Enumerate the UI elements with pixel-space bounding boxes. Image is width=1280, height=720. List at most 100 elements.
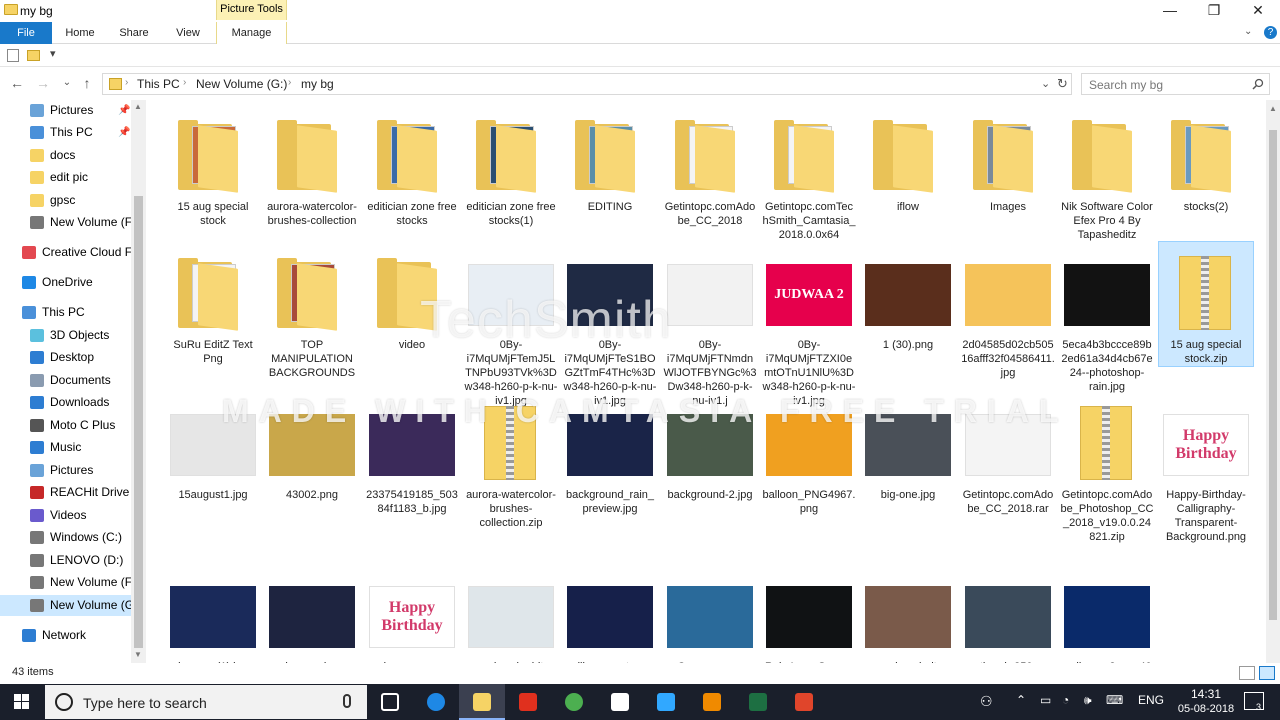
keyboard-icon[interactable]: ⌨ [1106, 693, 1123, 707]
tab-view[interactable]: View [166, 22, 210, 44]
up-arrow-icon[interactable]: ↑ [76, 73, 98, 93]
folder-item[interactable]: video [365, 250, 459, 351]
customize-qat-icon[interactable]: ▾ [50, 47, 56, 60]
sidebar-item-reachit-drive[interactable]: REACHit Drive [0, 482, 132, 503]
sidebar-item-new-volume-g[interactable]: New Volume (G:) [0, 595, 132, 616]
recent-locations-chevron-icon[interactable]: ⌄ [56, 73, 78, 93]
file-explorer-taskbar-button[interactable] [459, 684, 505, 720]
image-file-item[interactable]: road-asphalt-space-sky-56832.jpeg [861, 572, 955, 663]
image-file-item[interactable]: balloon_PNG4967.png [762, 400, 856, 515]
help-icon[interactable]: ? [1264, 26, 1277, 39]
microphone-icon[interactable] [343, 694, 351, 708]
scroll-thumb[interactable] [1269, 130, 1277, 620]
image-file-item[interactable]: wallpaper2you_401776.jpg [1060, 572, 1154, 663]
image-file-item[interactable]: 2d04585d02cb50516afff32f04586411.jpg [961, 250, 1055, 379]
image-file-item[interactable]: images (1).jpg [166, 572, 260, 663]
sidebar-item-new-volume-f[interactable]: New Volume (F:) [0, 212, 132, 233]
camtasia-taskbar-button[interactable] [781, 684, 827, 720]
image-file-item[interactable]: images.jpg [265, 572, 359, 663]
properties-icon[interactable] [7, 49, 19, 62]
folder-item[interactable]: iflow [861, 112, 955, 213]
image-file-item[interactable]: JUDWAA 2 0By-i7MqUMjFTZXI0emtOTnU1NlU%3Dw… [762, 250, 856, 407]
address-bar[interactable]: › This PC › New Volume (G:) › my bg ⌄ ↻ [102, 73, 1072, 95]
folder-item[interactable]: TOP MANIPULATION BACKGROUNDS [265, 250, 359, 379]
people-icon[interactable]: ⚇ [980, 693, 993, 710]
image-file-item[interactable]: thumb-350-546001.jpg [961, 572, 1055, 663]
image-file-item[interactable]: mads-schmidt-rasmussen-186319 [464, 572, 558, 663]
chrome-taskbar-button[interactable] [551, 684, 597, 720]
photoshop-taskbar-button[interactable] [643, 684, 689, 720]
store-taskbar-button[interactable] [597, 684, 643, 720]
vlc-taskbar-button[interactable] [689, 684, 735, 720]
folder-item[interactable]: Getintopc.comAdobe_CC_2018 [663, 112, 757, 227]
image-file-item[interactable]: 0By-i7MqUMjFTNmdnWlJOTFBYNGc%3Dw348-h260… [663, 250, 757, 407]
mail-taskbar-button[interactable] [505, 684, 551, 720]
folder-item[interactable]: aurora-watercolor-brushes-collection [265, 112, 359, 227]
large-icons-view-icon[interactable] [1259, 666, 1275, 680]
breadcrumb-new-volume-g[interactable]: New Volume (G:) [196, 77, 287, 91]
chevron-down-icon[interactable]: ⌄ [1244, 26, 1252, 37]
clock-time[interactable]: 14:31 [1176, 687, 1236, 701]
sidebar-item-videos[interactable]: Videos [0, 505, 132, 526]
image-file-item[interactable]: Getintopc.comAdobe_CC_2018.rar [961, 400, 1055, 515]
refresh-icon[interactable]: ↻ [1057, 76, 1068, 92]
network-icon[interactable]: ◔ [1062, 693, 1069, 707]
excel-taskbar-button[interactable] [735, 684, 781, 720]
image-file-item[interactable]: milky-way-starry-sky-night-sky-st [563, 572, 657, 663]
image-file-item[interactable]: background-2.jpg [663, 400, 757, 501]
language-indicator[interactable]: ENG [1138, 693, 1164, 707]
forward-arrow-icon[interactable]: → [32, 73, 54, 93]
sidebar-item-network[interactable]: Network [0, 625, 132, 646]
chevron-up-icon[interactable]: ⌃ [1016, 693, 1026, 707]
tab-file[interactable]: File [0, 22, 52, 44]
scroll-down-icon[interactable]: ▼ [134, 650, 142, 659]
breadcrumb-my-bg[interactable]: my bg [301, 77, 334, 91]
sidebar-item-windows-c[interactable]: Windows (C:) [0, 527, 132, 548]
image-file-item[interactable]: 5eca4b3bccce89b2ed61a34d4cb67e24--photos… [1060, 250, 1154, 393]
image-file-item[interactable]: 0By-i7MqUMjFTeS1BOGZtTmF4THc%3Dw348-h260… [563, 250, 657, 407]
navigation-pane-scrollbar[interactable]: ▲ ▼ [131, 100, 146, 663]
search-icon[interactable] [1252, 78, 1264, 90]
sidebar-item-docs[interactable]: docs [0, 145, 132, 166]
address-dropdown-icon[interactable]: ⌄ [1041, 77, 1050, 90]
sidebar-item-edit-pic[interactable]: edit pic [0, 167, 132, 188]
zip-file-item[interactable]: Getintopc.comAdobe_Photoshop_CC_2018_v19… [1060, 400, 1154, 543]
sidebar-item-music[interactable]: Music [0, 437, 132, 458]
image-file-item[interactable]: 1 (30).png [861, 250, 955, 351]
folder-item[interactable]: stocks(2) [1159, 112, 1253, 213]
sidebar-item-documents[interactable]: Documents [0, 370, 132, 391]
minimize-button[interactable]: — [1148, 0, 1192, 22]
back-arrow-icon[interactable]: ← [6, 73, 28, 93]
tab-home[interactable]: Home [58, 22, 102, 44]
sidebar-item-downloads[interactable]: Downloads [0, 392, 132, 413]
image-file-item[interactable]: Ocean-wave-power-880x667.jpg [663, 572, 757, 663]
breadcrumb-this-pc[interactable]: This PC [137, 77, 180, 91]
image-file-item[interactable]: background_rain_preview.jpg [563, 400, 657, 515]
battery-icon[interactable]: ▭ [1040, 693, 1051, 707]
task-view-taskbar-button[interactable] [367, 684, 413, 720]
close-button[interactable]: ✕ [1236, 0, 1280, 22]
folder-item[interactable]: SuRu EditZ Text Png [166, 250, 260, 365]
scroll-up-icon[interactable]: ▲ [1269, 104, 1277, 113]
volume-icon[interactable]: 🕪 [1084, 693, 1092, 708]
zip-file-item[interactable]: aurora-watercolor-brushes-collection.zip [464, 400, 558, 529]
clock-date[interactable]: 05-08-2018 [1174, 703, 1238, 715]
windows-start-icon[interactable] [0, 684, 44, 720]
image-file-item[interactable]: 15august1.jpg [166, 400, 260, 501]
image-file-item[interactable]: 43002.png [265, 400, 359, 501]
folder-item[interactable]: EDITING [563, 112, 657, 213]
folder-item[interactable]: Getintopc.comTechSmith_Camtasia_2018.0.0… [762, 112, 856, 241]
image-file-item[interactable]: big-one.jpg [861, 400, 955, 501]
tab-share[interactable]: Share [112, 22, 156, 44]
sidebar-item-gpsc[interactable]: gpsc [0, 190, 132, 211]
folder-item[interactable]: editician zone free stocks [365, 112, 459, 227]
sidebar-item-pictures[interactable]: Pictures 📌 [0, 100, 132, 121]
details-view-icon[interactable] [1239, 666, 1255, 680]
sidebar-item-this-pc[interactable]: This PC 📌 [0, 122, 132, 143]
sidebar-item-new-volume-f[interactable]: New Volume (F:) [0, 572, 132, 593]
image-file-item[interactable]: 0By-i7MqUMjFTemJ5LTNPbU93TVk%3Dw348-h260… [464, 250, 558, 407]
taskbar-search-box[interactable]: Type here to search [45, 685, 367, 719]
sidebar-item-onedrive[interactable]: OneDrive [0, 272, 132, 293]
folder-item[interactable]: 15 aug special stock [166, 112, 260, 227]
scroll-thumb[interactable] [134, 196, 143, 648]
